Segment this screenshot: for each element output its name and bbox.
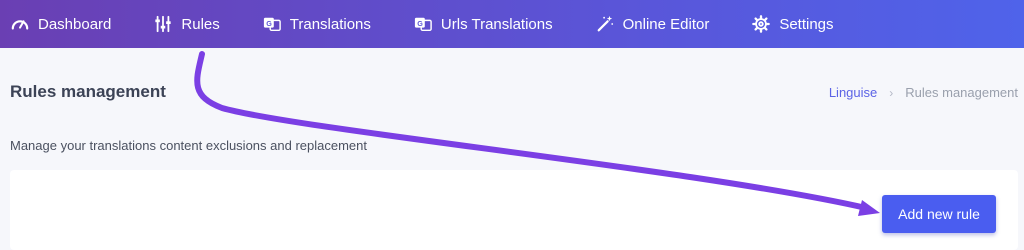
translate-icon: G xyxy=(262,14,282,34)
nav-item-online-editor[interactable]: Online Editor xyxy=(595,0,710,48)
top-navigation-bar: Dashboard Rules G Translations G Urls Tr… xyxy=(0,0,1024,48)
nav-item-settings[interactable]: Settings xyxy=(751,0,834,48)
sliders-icon xyxy=(153,14,173,34)
nav-item-label: Translations xyxy=(289,15,371,33)
svg-text:G: G xyxy=(266,19,272,28)
svg-text:G: G xyxy=(417,19,423,28)
magic-wand-icon xyxy=(595,14,615,34)
rules-card xyxy=(10,170,1018,250)
nav-item-rules[interactable]: Rules xyxy=(153,0,220,48)
nav-item-label: Rules xyxy=(181,15,220,33)
nav-item-label: Online Editor xyxy=(622,15,710,33)
nav-item-label: Settings xyxy=(779,15,834,33)
page-subtitle: Manage your translations content exclusi… xyxy=(10,138,367,153)
breadcrumb-current: Rules management xyxy=(905,85,1018,100)
breadcrumb-link-linguise[interactable]: Linguise xyxy=(829,85,877,100)
add-new-rule-button[interactable]: Add new rule xyxy=(882,195,996,233)
gauge-icon xyxy=(10,14,30,34)
page-title: Rules management xyxy=(10,82,166,101)
nav-item-dashboard[interactable]: Dashboard xyxy=(10,0,111,48)
translate-icon: G xyxy=(413,14,433,34)
chevron-right-icon: › xyxy=(889,85,894,100)
nav-item-translations[interactable]: G Translations xyxy=(262,0,371,48)
nav-item-urls-translations[interactable]: G Urls Translations xyxy=(413,0,553,48)
nav-item-label: Dashboard xyxy=(38,15,112,33)
nav-item-label: Urls Translations xyxy=(440,15,553,33)
breadcrumb: Linguise › Rules management xyxy=(829,85,1018,100)
gear-icon xyxy=(751,14,771,34)
